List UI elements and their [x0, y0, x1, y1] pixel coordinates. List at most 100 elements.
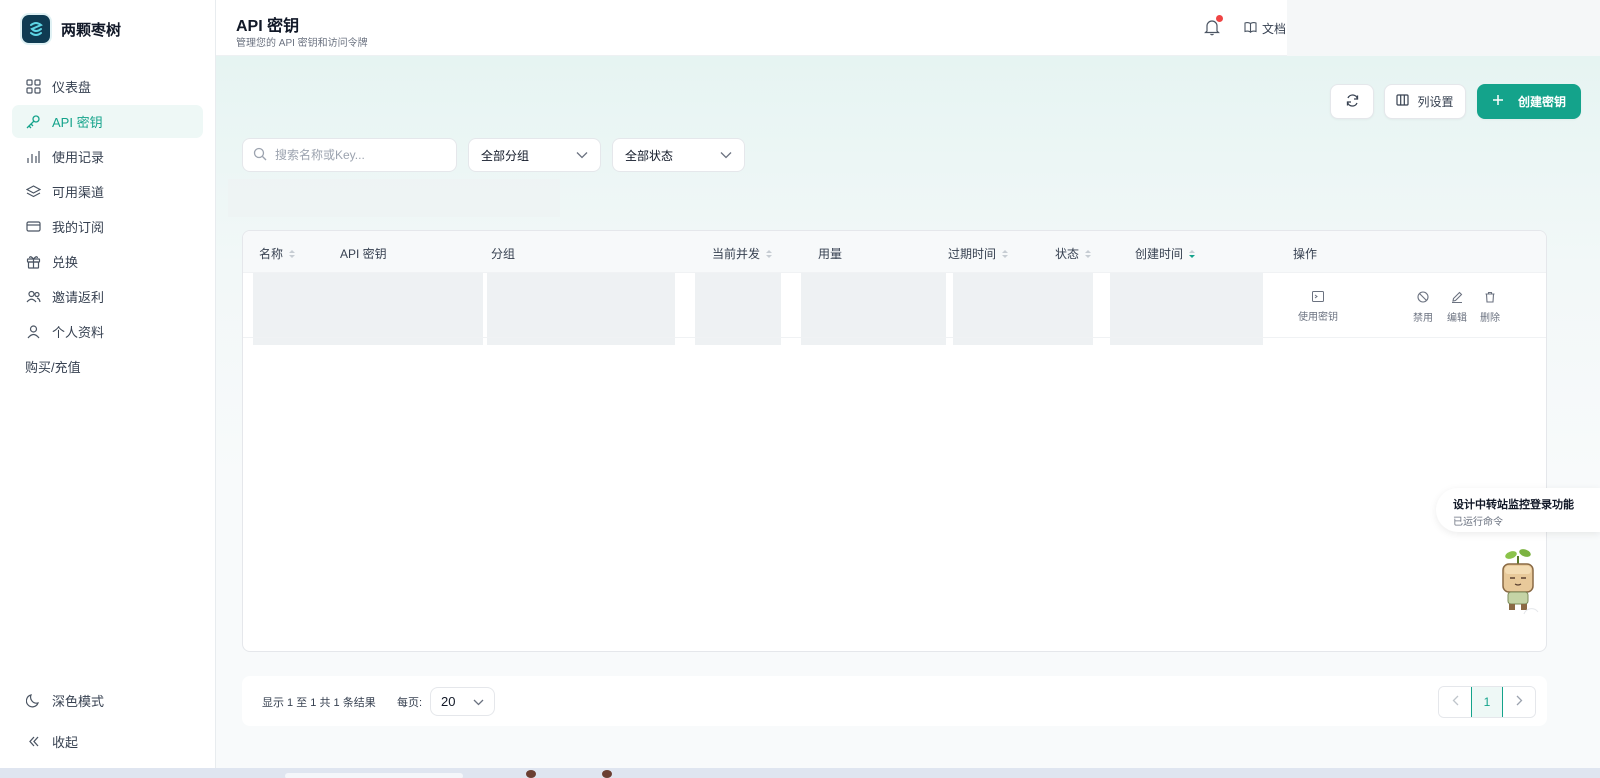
chevron-down-icon — [473, 694, 484, 709]
book-icon — [1244, 21, 1257, 36]
column-header-label: API 密钥 — [340, 247, 387, 261]
docs-link[interactable]: 文档 — [1244, 20, 1286, 37]
delete-label: 删除 — [1480, 313, 1500, 324]
sidebar-item-referral[interactable]: 邀请返利 — [12, 280, 203, 313]
sidebar-item-profile[interactable]: 个人资料 — [12, 315, 203, 348]
dashboard-icon — [25, 79, 41, 95]
sidebar-item-label: 我的订阅 — [52, 220, 105, 235]
terminal-icon — [1312, 291, 1324, 308]
users-icon — [25, 289, 41, 305]
docs-label: 文档 — [1262, 22, 1287, 36]
column-header-label: 状态 — [1055, 247, 1080, 261]
sidebar-item-label: 兑换 — [52, 255, 79, 270]
page-number-button[interactable]: 1 — [1471, 687, 1503, 717]
brand[interactable]: 两颗枣树 — [0, 0, 215, 58]
sidebar-item-label: 仪表盘 — [52, 80, 92, 95]
column-header-concurrency[interactable]: 当前并发 — [712, 245, 773, 262]
notice-title: 设计中转站监控登录功能 — [1453, 499, 1574, 511]
edit-button[interactable]: 编辑 — [1447, 291, 1467, 324]
status-select[interactable]: 全部状态 — [612, 138, 745, 172]
column-header-status[interactable]: 状态 — [1055, 245, 1092, 262]
search-field[interactable] — [242, 138, 457, 172]
refresh-button[interactable] — [1330, 84, 1374, 119]
sidebar-item-usage[interactable]: 使用记录 — [12, 140, 203, 173]
collapse-label: 收起 — [52, 735, 79, 750]
sort-icon — [1085, 249, 1092, 258]
bar-chart-icon — [25, 149, 41, 165]
main-content: 列设置 创建密钥 全部分组 全部状态 名称 API 密钥 分组 当前并发 用量 … — [216, 56, 1600, 768]
sidebar-item-label: 邀请返利 — [52, 290, 105, 305]
chevron-down-icon — [720, 148, 732, 162]
sidebar-item-purchase[interactable]: 购买/充值 — [0, 350, 203, 383]
loading-placeholder — [228, 179, 560, 217]
column-header-created[interactable]: 创建时间 — [1135, 245, 1196, 262]
pagination-summary: 显示 1 至 1 共 1 条结果 — [262, 697, 376, 709]
edit-icon — [1451, 291, 1463, 309]
taskbar-avatar-icon — [526, 770, 536, 778]
chevron-left-icon — [1452, 695, 1459, 709]
disable-button[interactable]: 禁用 — [1413, 291, 1433, 324]
cell-skeleton — [801, 273, 946, 345]
dark-mode-label: 深色模式 — [52, 694, 105, 709]
search-input[interactable] — [275, 148, 445, 162]
group-select-value: 全部分组 — [481, 148, 530, 163]
column-settings-label: 列设置 — [1417, 95, 1454, 109]
gift-icon — [25, 254, 41, 270]
column-header-label: 名称 — [259, 247, 284, 261]
column-header-usage: 用量 — [818, 245, 842, 262]
create-key-label: 创建密钥 — [1517, 95, 1566, 109]
task-notice-bubble[interactable]: 设计中转站监控登录功能 已运行命令 — [1436, 488, 1600, 532]
column-settings-button[interactable]: 列设置 — [1384, 84, 1466, 119]
per-page-select[interactable]: 20 — [430, 687, 495, 716]
mascot-icon[interactable] — [1494, 546, 1542, 616]
table-row — [243, 337, 1546, 338]
sort-icon — [766, 249, 773, 258]
chevron-right-icon — [1516, 695, 1523, 709]
sidebar-item-subscriptions[interactable]: 我的订阅 — [12, 210, 203, 243]
sidebar-bottom: 深色模式 收起 — [0, 682, 215, 760]
sidebar-item-dashboard[interactable]: 仪表盘 — [12, 70, 203, 103]
column-header-label: 用量 — [818, 247, 843, 261]
sidebar-item-channels[interactable]: 可用渠道 — [12, 175, 203, 208]
key-icon — [25, 114, 41, 130]
page-subtitle: 管理您的 API 密钥和访问令牌 — [236, 38, 368, 49]
notification-badge — [1216, 15, 1223, 22]
user-icon — [25, 324, 41, 340]
prev-page-button[interactable] — [1439, 687, 1471, 717]
column-header-actions: 操作 — [1293, 245, 1317, 262]
delete-button[interactable]: 删除 — [1480, 291, 1500, 324]
trash-icon — [1484, 291, 1496, 309]
page-title: API 密钥 — [236, 18, 300, 35]
column-header-label: 分组 — [491, 247, 516, 261]
plus-icon — [1492, 94, 1504, 109]
collapse-icon — [25, 734, 41, 750]
brand-name: 两颗枣树 — [61, 21, 122, 39]
use-key-label: 使用密钥 — [1298, 312, 1338, 323]
create-key-button[interactable]: 创建密钥 — [1477, 84, 1581, 119]
columns-icon — [1396, 94, 1410, 109]
group-select[interactable]: 全部分组 — [468, 138, 601, 172]
column-header-expiry[interactable]: 过期时间 — [948, 245, 1009, 262]
sidebar-item-api-keys[interactable]: API 密钥 — [12, 105, 203, 138]
column-header-name[interactable]: 名称 — [259, 245, 296, 262]
taskbar-search[interactable] — [285, 773, 463, 778]
sidebar-item-label: 使用记录 — [52, 150, 105, 165]
sidebar-item-label: API 密钥 — [52, 115, 103, 130]
dark-mode-toggle[interactable]: 深色模式 — [12, 684, 203, 717]
next-page-button[interactable] — [1503, 687, 1535, 717]
sidebar-item-redeem[interactable]: 兑换 — [12, 245, 203, 278]
ban-icon — [1417, 291, 1429, 309]
sidebar-item-label: 个人资料 — [52, 325, 105, 340]
table-header: 名称 API 密钥 分组 当前并发 用量 过期时间 状态 创建时间 操作 — [243, 231, 1546, 273]
cell-skeleton — [1110, 273, 1263, 345]
collapse-sidebar-button[interactable]: 收起 — [12, 725, 203, 758]
sidebar-item-label: 购买/充值 — [25, 360, 81, 375]
column-header-label: 创建时间 — [1135, 247, 1184, 261]
disable-label: 禁用 — [1413, 313, 1433, 324]
use-key-button[interactable]: 使用密钥 — [1298, 291, 1338, 323]
moon-icon — [25, 693, 41, 709]
api-keys-table: 名称 API 密钥 分组 当前并发 用量 过期时间 状态 创建时间 操作 使用密… — [242, 230, 1547, 652]
pagination-bar: 显示 1 至 1 共 1 条结果 每页: 20 1 — [242, 676, 1547, 726]
sort-icon — [1002, 249, 1009, 258]
cell-skeleton — [253, 273, 483, 345]
